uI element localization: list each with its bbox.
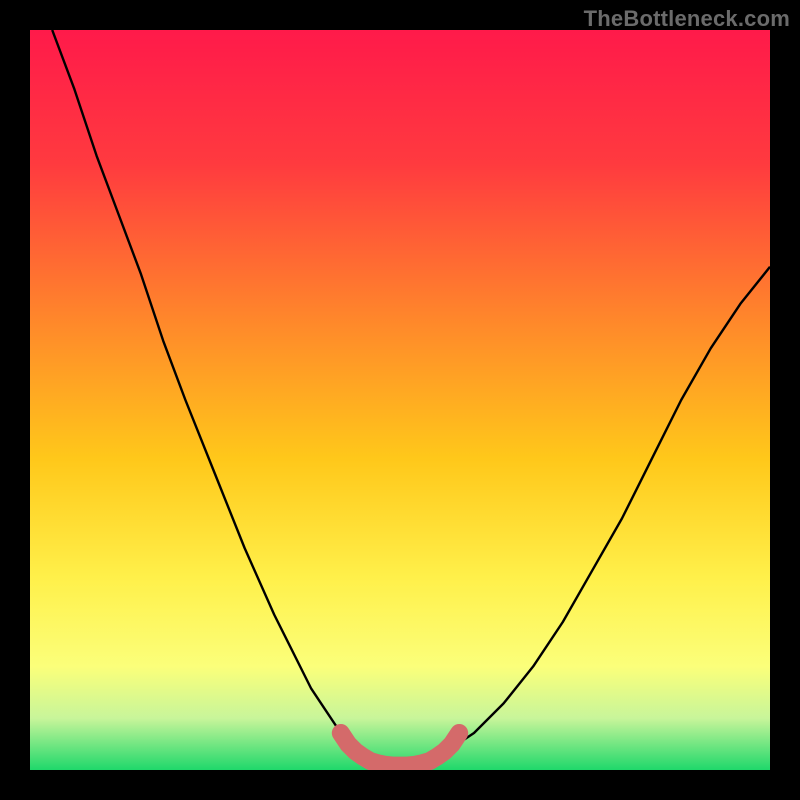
watermark-text: TheBottleneck.com (584, 6, 790, 32)
plot-area (30, 30, 770, 770)
chart-frame: TheBottleneck.com (0, 0, 800, 800)
gradient-bg (30, 30, 770, 770)
